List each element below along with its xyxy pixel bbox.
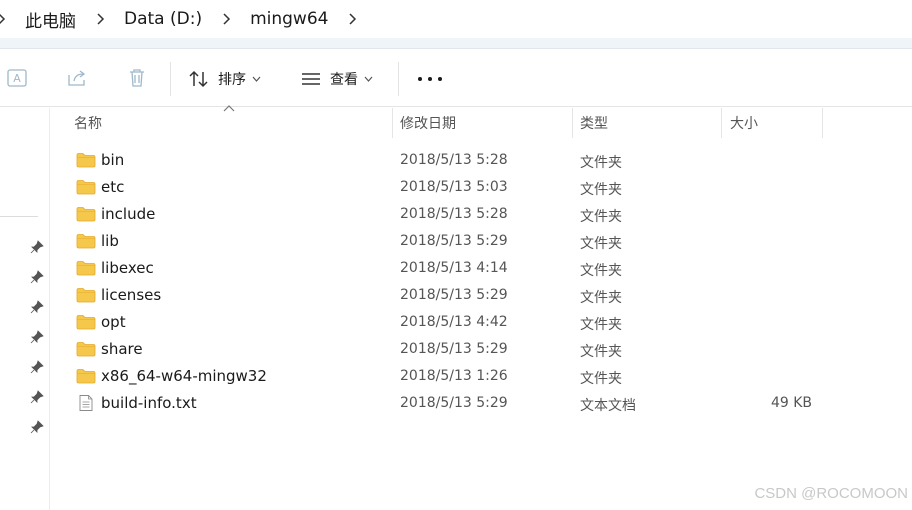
column-header-type[interactable]: 类型 — [580, 108, 608, 138]
column-header-name[interactable]: 名称 — [74, 108, 102, 138]
more-icon[interactable] — [418, 74, 442, 84]
pin-icon[interactable] — [29, 359, 45, 375]
file-row[interactable]: build-info.txt 2018/5/13 5:29 文本文档 49 KB — [60, 390, 820, 417]
file-row[interactable]: etc 2018/5/13 5:03 文件夹 — [60, 174, 820, 201]
breadcrumb-item-this-pc[interactable]: 此电脑 — [23, 3, 78, 36]
file-date: 2018/5/13 5:29 — [400, 287, 508, 303]
navigation-pane — [0, 108, 50, 510]
file-row[interactable]: share 2018/5/13 5:29 文件夹 — [60, 336, 820, 363]
file-type: 文件夹 — [580, 182, 622, 198]
pin-icon[interactable] — [29, 299, 45, 315]
file-row[interactable]: bin 2018/5/13 5:28 文件夹 — [60, 147, 820, 174]
folder-icon — [76, 342, 96, 357]
file-name: libexec — [101, 259, 154, 277]
file-date: 2018/5/13 1:26 — [400, 368, 508, 384]
chevron-right-icon[interactable] — [346, 12, 360, 26]
toolbar-divider — [398, 62, 399, 96]
file-type: 文件夹 — [580, 317, 622, 333]
watermark: CSDN @ROCOMOON — [754, 485, 908, 502]
address-bar-band — [0, 38, 912, 49]
file-type: 文件夹 — [580, 371, 622, 387]
column-separator[interactable] — [392, 108, 393, 138]
sort-ascending-icon — [223, 105, 235, 112]
delete-icon[interactable] — [126, 67, 148, 89]
address-breadcrumb: 此电脑 Data (D:) mingw64 — [0, 0, 912, 38]
sort-button-label: 排序 — [218, 72, 246, 88]
pin-icon[interactable] — [29, 389, 45, 405]
file-name: opt — [101, 313, 126, 331]
breadcrumb-item-folder[interactable]: mingw64 — [248, 5, 330, 33]
file-name: licenses — [101, 286, 162, 304]
folder-icon — [76, 261, 96, 276]
pin-icon[interactable] — [29, 239, 45, 255]
file-name: etc — [101, 178, 125, 196]
file-row[interactable]: x86_64-w64-mingw32 2018/5/13 1:26 文件夹 — [60, 363, 820, 390]
chevron-down-icon — [252, 76, 261, 82]
pin-icon[interactable] — [29, 329, 45, 345]
folder-icon — [76, 315, 96, 330]
file-row[interactable]: libexec 2018/5/13 4:14 文件夹 — [60, 255, 820, 282]
folder-icon — [76, 180, 96, 195]
file-date: 2018/5/13 5:28 — [400, 152, 508, 168]
file-size: 49 KB — [770, 395, 812, 411]
view-icon — [302, 73, 320, 85]
sort-button[interactable]: 排序 — [188, 66, 261, 92]
command-toolbar: A 排序 查看 — [0, 50, 912, 107]
rename-icon[interactable]: A — [6, 67, 28, 89]
file-date: 2018/5/13 5:28 — [400, 206, 508, 222]
file-name: bin — [101, 151, 125, 169]
breadcrumb-item-drive[interactable]: Data (D:) — [122, 5, 204, 33]
folder-icon — [76, 369, 96, 384]
chevron-right-icon[interactable] — [0, 12, 9, 26]
file-type: 文件夹 — [580, 344, 622, 360]
nav-divider — [0, 216, 38, 217]
view-button-label: 查看 — [330, 72, 358, 88]
file-row[interactable]: licenses 2018/5/13 5:29 文件夹 — [60, 282, 820, 309]
column-separator[interactable] — [822, 108, 823, 138]
column-separator[interactable] — [721, 108, 722, 138]
pin-icon[interactable] — [29, 269, 45, 285]
folder-icon — [76, 234, 96, 249]
file-date: 2018/5/13 5:03 — [400, 179, 508, 195]
file-date: 2018/5/13 5:29 — [400, 341, 508, 357]
file-row[interactable]: lib 2018/5/13 5:29 文件夹 — [60, 228, 820, 255]
view-button[interactable]: 查看 — [300, 66, 373, 92]
folder-icon — [76, 153, 96, 168]
file-name: include — [101, 205, 156, 223]
share-icon[interactable] — [66, 67, 88, 89]
file-name: x86_64-w64-mingw32 — [101, 367, 267, 385]
folder-icon — [76, 207, 96, 222]
file-type: 文件夹 — [580, 290, 622, 306]
file-name: share — [101, 340, 143, 358]
file-type: 文件夹 — [580, 263, 622, 279]
file-row[interactable]: include 2018/5/13 5:28 文件夹 — [60, 201, 820, 228]
folder-icon — [76, 288, 96, 303]
chevron-right-icon[interactable] — [220, 12, 234, 26]
svg-text:A: A — [13, 72, 21, 85]
pin-icon[interactable] — [29, 419, 45, 435]
file-name: lib — [101, 232, 119, 250]
file-type: 文件夹 — [580, 236, 622, 252]
text-file-icon — [79, 395, 93, 411]
chevron-down-icon — [364, 76, 373, 82]
file-date: 2018/5/13 5:29 — [400, 233, 508, 249]
file-type: 文件夹 — [580, 209, 622, 225]
file-date: 2018/5/13 4:42 — [400, 314, 508, 330]
toolbar-divider — [170, 62, 171, 96]
column-header-date[interactable]: 修改日期 — [400, 108, 456, 138]
file-name: build-info.txt — [101, 394, 197, 412]
file-row[interactable]: opt 2018/5/13 4:42 文件夹 — [60, 309, 820, 336]
file-type: 文件夹 — [580, 155, 622, 171]
file-date: 2018/5/13 5:29 — [400, 395, 508, 411]
chevron-right-icon[interactable] — [94, 12, 108, 26]
sort-icon — [189, 70, 208, 88]
column-separator[interactable] — [572, 108, 573, 138]
file-date: 2018/5/13 4:14 — [400, 260, 508, 276]
file-type: 文本文档 — [580, 398, 636, 414]
column-header-size[interactable]: 大小 — [730, 108, 758, 138]
